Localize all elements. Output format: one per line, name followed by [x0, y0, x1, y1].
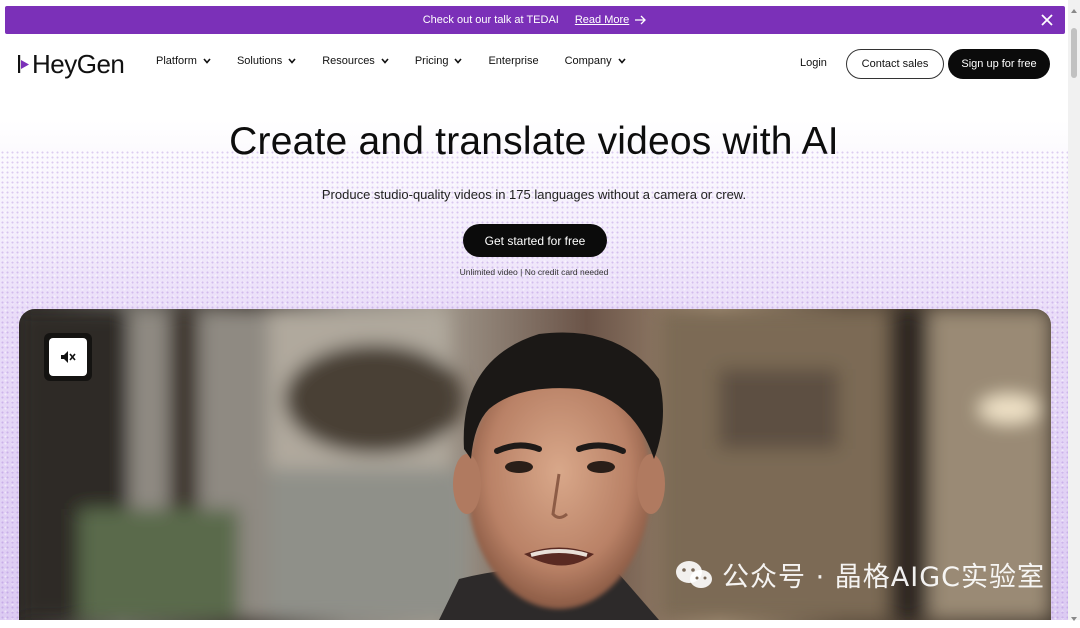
page-scrollbar[interactable] — [1068, 0, 1080, 621]
logo-play-mark-icon — [18, 55, 29, 73]
banner-read-more-label: Read More — [574, 14, 630, 26]
logo-wordmark: HeyGen — [32, 48, 125, 79]
chevron-down-icon — [381, 58, 389, 64]
mute-button-face — [49, 338, 87, 376]
arrow-right-icon — [635, 15, 647, 25]
scroll-up-icon[interactable] — [1070, 2, 1078, 13]
banner-read-more-link[interactable]: Read More — [575, 14, 647, 26]
scroll-thumb[interactable] — [1071, 28, 1077, 78]
contact-sales-button[interactable]: Contact sales — [846, 49, 944, 79]
chevron-down-icon — [618, 58, 626, 64]
menu-label: Platform — [156, 55, 197, 67]
cta-note: Unlimited video | No credit card needed — [459, 267, 609, 277]
get-started-button[interactable]: Get started for free — [463, 224, 607, 257]
menu-label: Pricing — [414, 55, 449, 67]
chevron-down-icon — [288, 58, 296, 64]
sign-up-button[interactable]: Sign up for free — [948, 49, 1050, 79]
mute-toggle[interactable] — [44, 333, 92, 381]
close-icon[interactable] — [1039, 12, 1055, 28]
main-menu: Platform Solutions Resources Pricing Ent… — [156, 55, 652, 67]
menu-item-company[interactable]: Company — [565, 55, 626, 67]
menu-label: Solutions — [236, 55, 283, 67]
hero-title: Create and translate videos with AI — [229, 120, 839, 163]
menu-label: Enterprise — [488, 55, 539, 67]
top-navigation: HeyGen Platform Solutions Resources Pric… — [0, 38, 1068, 90]
menu-item-solutions[interactable]: Solutions — [237, 55, 296, 67]
menu-item-resources[interactable]: Resources — [322, 55, 389, 67]
chevron-down-icon — [203, 58, 211, 64]
wechat-icon — [674, 559, 714, 591]
menu-item-enterprise[interactable]: Enterprise — [488, 55, 538, 67]
chevron-down-icon — [454, 58, 463, 64]
login-link[interactable]: Login — [800, 57, 827, 69]
watermark-text: 公众号 · 晶格AIGC实验室 — [722, 562, 1045, 593]
speaker-muted-icon — [61, 351, 76, 363]
menu-label: Company — [564, 55, 612, 67]
watermark: 公众号 · 晶格AIGC实验室 — [674, 555, 1045, 594]
menu-item-platform[interactable]: Platform — [156, 55, 211, 67]
banner-text: Check out our talk at TEDAI — [422, 14, 559, 26]
scroll-down-icon[interactable] — [1070, 610, 1078, 621]
menu-item-pricing[interactable]: Pricing — [415, 55, 463, 67]
hero-video[interactable]: 公众号 · 晶格AIGC实验室 — [19, 309, 1051, 620]
menu-label: Resources — [322, 55, 375, 67]
hero-subtitle: Produce studio-quality videos in 175 lan… — [321, 187, 747, 202]
heygen-logo[interactable]: HeyGen — [18, 48, 125, 80]
announcement-banner: Check out our talk at TEDAI Read More — [5, 6, 1065, 34]
